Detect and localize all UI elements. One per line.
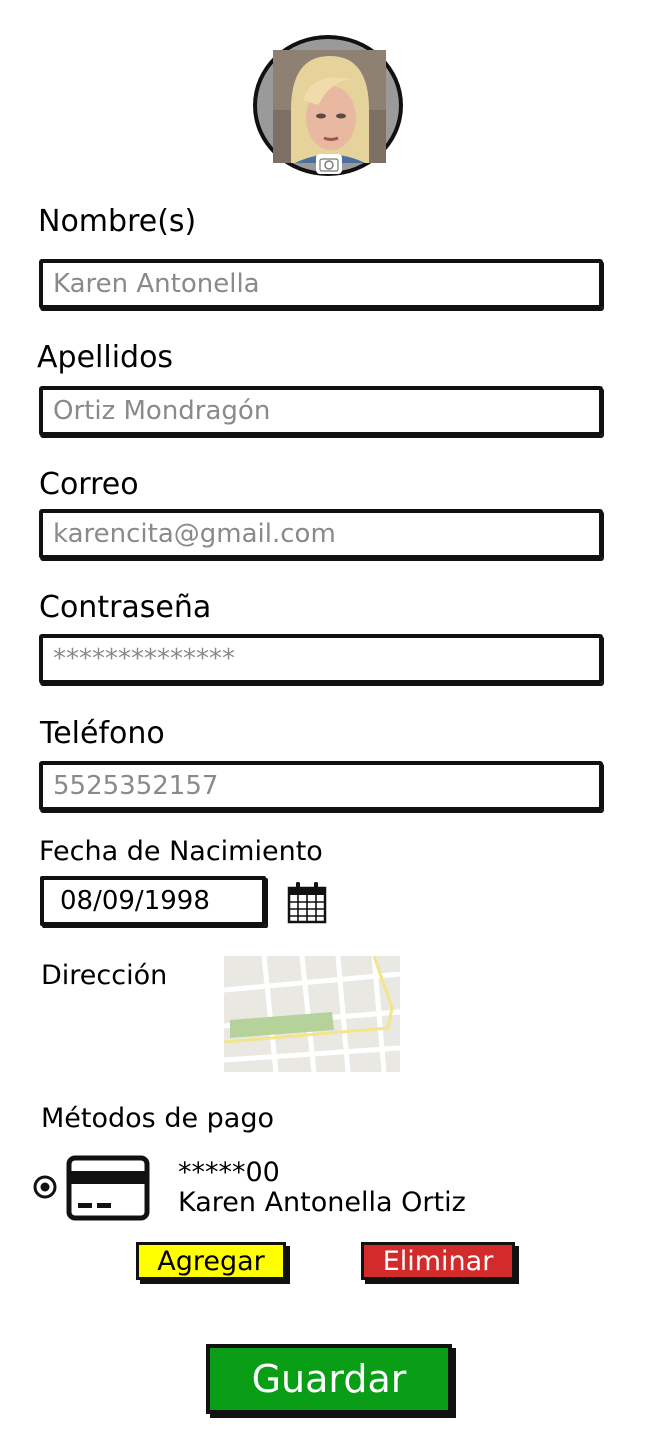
- birthdate-field[interactable]: [44, 880, 262, 922]
- telefono-label: Teléfono: [40, 716, 165, 751]
- direccion-label: Dirección: [41, 960, 168, 991]
- nombre-label: Nombre(s): [38, 204, 197, 239]
- camera-icon: [319, 158, 339, 172]
- delete-payment-button[interactable]: Eliminar: [361, 1242, 515, 1280]
- fecha-label: Fecha de Nacimiento: [39, 836, 323, 867]
- contrasena-field-box: [39, 634, 603, 684]
- metodos-pago-label: Métodos de pago: [41, 1103, 274, 1134]
- credit-card-icon: [66, 1155, 150, 1221]
- calendar-icon[interactable]: [287, 880, 327, 924]
- card-number: *****00: [178, 1157, 280, 1188]
- nombre-field-box: [39, 259, 603, 309]
- email-field[interactable]: [43, 513, 599, 555]
- nombre-field[interactable]: [43, 263, 599, 305]
- change-photo-button[interactable]: [316, 154, 342, 174]
- apellidos-field[interactable]: [43, 390, 599, 432]
- apellidos-label: Apellidos: [37, 340, 174, 375]
- card-info: *****00 Karen Antonella Ortiz: [178, 1158, 466, 1218]
- save-button[interactable]: Guardar: [206, 1344, 452, 1414]
- correo-label: Correo: [39, 467, 139, 502]
- add-payment-button[interactable]: Agregar: [136, 1242, 286, 1280]
- correo-field-box: [39, 509, 603, 559]
- password-field[interactable]: [43, 638, 599, 680]
- profile-photo: [273, 50, 386, 163]
- address-map[interactable]: [223, 955, 401, 1073]
- telefono-field-box: [39, 761, 603, 811]
- contrasena-label: Contraseña: [39, 590, 212, 625]
- card-holder: Karen Antonella Ortiz: [178, 1187, 466, 1218]
- birthdate-field-box: [40, 876, 266, 926]
- apellidos-field-box: [39, 386, 603, 436]
- card-radio[interactable]: [33, 1175, 57, 1199]
- phone-field[interactable]: [43, 765, 599, 807]
